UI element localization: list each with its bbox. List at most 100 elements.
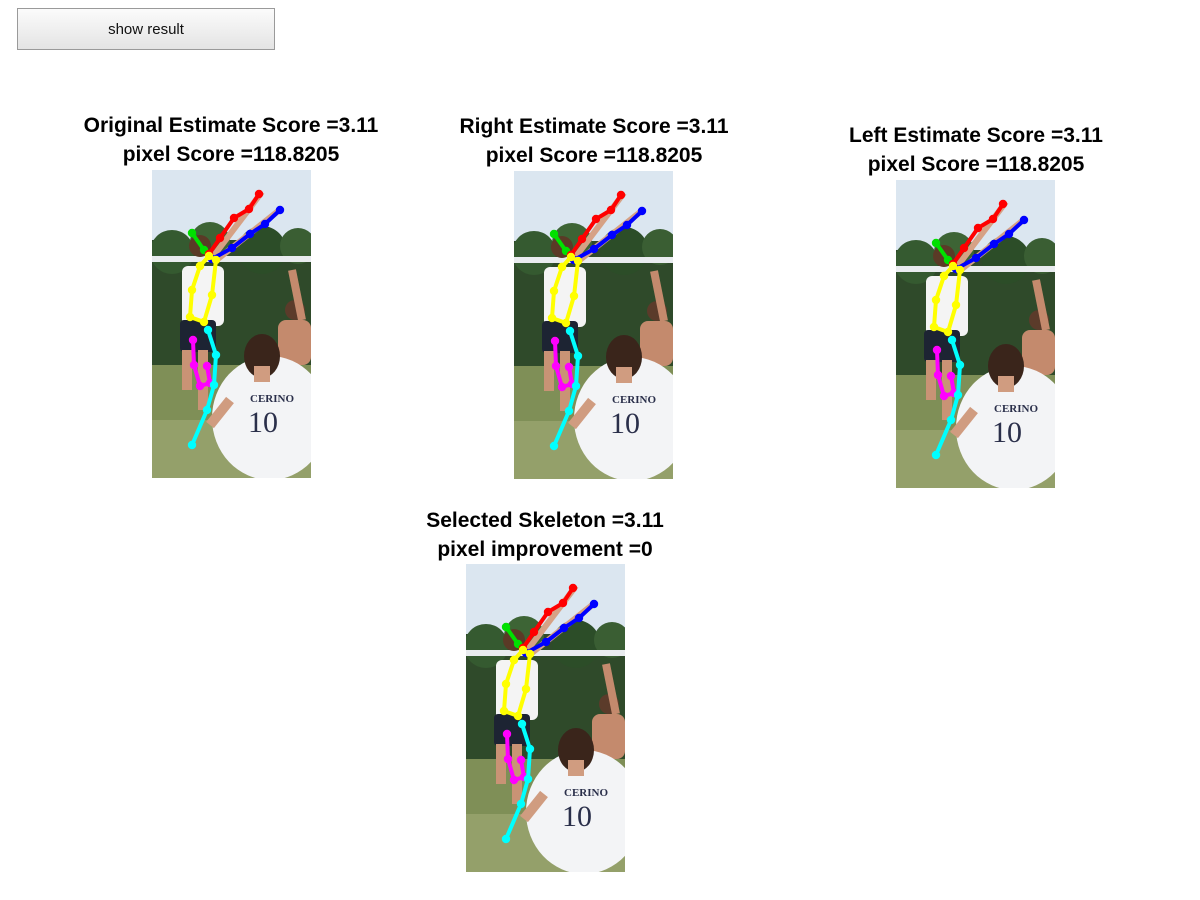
joint-torso-6 (566, 252, 576, 262)
original-estimate-score: Original Estimate Score =3.11 (83, 114, 379, 137)
jersey-number: 10 (248, 406, 278, 439)
left-pixel-score: pixel Score =118.8205 (867, 153, 1085, 176)
net (466, 650, 625, 656)
joint-torso-4 (207, 290, 217, 300)
joint-torso-2 (185, 312, 195, 322)
jersey-text: CERINO (564, 787, 608, 799)
joint-right-leg-2 (557, 382, 567, 392)
joint-torso-4 (521, 684, 531, 694)
joint-right-arm-3 (244, 204, 254, 214)
joint-left-leg-3 (516, 799, 526, 809)
joint-right-arm-3 (558, 598, 568, 608)
joint-left-arm-1 (541, 637, 551, 647)
jersey-text: CERINO (994, 403, 1038, 415)
joint-right-arm-2 (591, 214, 601, 224)
joint-right-leg-0 (932, 345, 942, 355)
joint-torso-3 (199, 317, 209, 327)
joint-torso-1 (187, 285, 197, 295)
joint-left-arm-2 (989, 239, 999, 249)
joint-left-leg-3 (564, 406, 574, 416)
right-estimate-score: Right Estimate Score =3.11 (459, 115, 729, 138)
joint-right-arm-4 (616, 190, 626, 200)
joint-head-0 (549, 229, 559, 239)
joint-left-leg-4 (549, 441, 559, 451)
joint-right-leg-2 (509, 775, 519, 785)
joint-left-arm-3 (574, 613, 584, 623)
joint-left-leg-3 (202, 405, 212, 415)
joint-right-arm-3 (988, 214, 998, 224)
joint-right-leg-4 (202, 361, 212, 371)
joint-left-leg-1 (525, 744, 535, 754)
original-estimate-title: Original Estimate Score =3.11 pixel Scor… (21, 111, 441, 169)
show-result-button[interactable]: show result (17, 8, 275, 50)
joint-left-leg-1 (573, 351, 583, 361)
net (514, 257, 673, 263)
joint-torso-1 (549, 286, 559, 296)
joint-left-leg-2 (209, 380, 219, 390)
joint-left-arm-1 (589, 244, 599, 254)
joint-right-leg-1 (503, 754, 513, 764)
joint-left-leg-3 (946, 415, 956, 425)
joint-right-arm-1 (215, 233, 225, 243)
joint-torso-7 (939, 271, 949, 281)
jersey-number: 10 (992, 416, 1022, 449)
selected-skeleton-title: Selected Skeleton =3.11 pixel improvemen… (335, 506, 755, 564)
joint-torso-7 (195, 261, 205, 271)
joint-right-leg-2 (195, 381, 205, 391)
left-estimate-image: CERINO 10 (896, 180, 1055, 488)
joint-right-arm-1 (529, 627, 539, 637)
joint-right-arm-3 (606, 205, 616, 215)
joint-left-arm-3 (1004, 229, 1014, 239)
original-estimate-image: CERINO 10 (152, 170, 311, 478)
joint-right-arm-1 (959, 243, 969, 253)
joint-torso-7 (509, 655, 519, 665)
joint-head-0 (931, 238, 941, 248)
joint-right-leg-0 (550, 336, 560, 346)
joint-left-arm-2 (245, 229, 255, 239)
joint-torso-7 (557, 262, 567, 272)
joint-right-leg-4 (516, 755, 526, 765)
joint-torso-6 (204, 251, 214, 261)
joint-left-arm-3 (260, 219, 270, 229)
joint-left-leg-1 (211, 350, 221, 360)
joint-left-leg-4 (931, 450, 941, 460)
joint-right-leg-1 (189, 360, 199, 370)
joint-head-0 (187, 228, 197, 238)
joint-left-leg-2 (953, 390, 963, 400)
joint-torso-3 (513, 711, 523, 721)
joint-left-leg-0 (947, 335, 957, 345)
joint-right-leg-1 (551, 361, 561, 371)
joint-left-leg-4 (187, 440, 197, 450)
jersey-number: 10 (610, 407, 640, 440)
left-estimate-title: Left Estimate Score =3.11 pixel Score =1… (766, 121, 1186, 179)
joint-torso-4 (569, 291, 579, 301)
joint-right-arm-4 (568, 583, 578, 593)
joint-torso-2 (929, 322, 939, 332)
joint-left-arm-2 (607, 230, 617, 240)
joint-right-arm-2 (543, 607, 553, 617)
joint-right-leg-1 (933, 370, 943, 380)
joint-right-leg-0 (188, 335, 198, 345)
net (896, 266, 1055, 272)
selected-skeleton-score: Selected Skeleton =3.11 (426, 509, 664, 532)
joint-left-arm-2 (559, 623, 569, 633)
joint-torso-1 (931, 295, 941, 305)
left-estimate-score: Left Estimate Score =3.11 (849, 124, 1103, 147)
net (152, 256, 311, 262)
jersey-number: 10 (562, 800, 592, 833)
right-estimate-title: Right Estimate Score =3.11 pixel Score =… (384, 112, 804, 170)
selected-pixel-improvement: pixel improvement =0 (437, 538, 653, 561)
joint-head-0 (501, 622, 511, 632)
joint-torso-6 (948, 261, 958, 271)
joint-right-leg-2 (939, 391, 949, 401)
joint-right-arm-4 (254, 189, 264, 199)
joint-torso-3 (943, 327, 953, 337)
joint-left-arm-4 (1019, 215, 1029, 225)
joint-right-leg-0 (502, 729, 512, 739)
joint-left-leg-2 (571, 381, 581, 391)
joint-left-arm-4 (589, 599, 599, 609)
joint-torso-3 (561, 318, 571, 328)
joint-torso-1 (501, 679, 511, 689)
jersey-text: CERINO (612, 394, 656, 406)
joint-torso-2 (499, 706, 509, 716)
